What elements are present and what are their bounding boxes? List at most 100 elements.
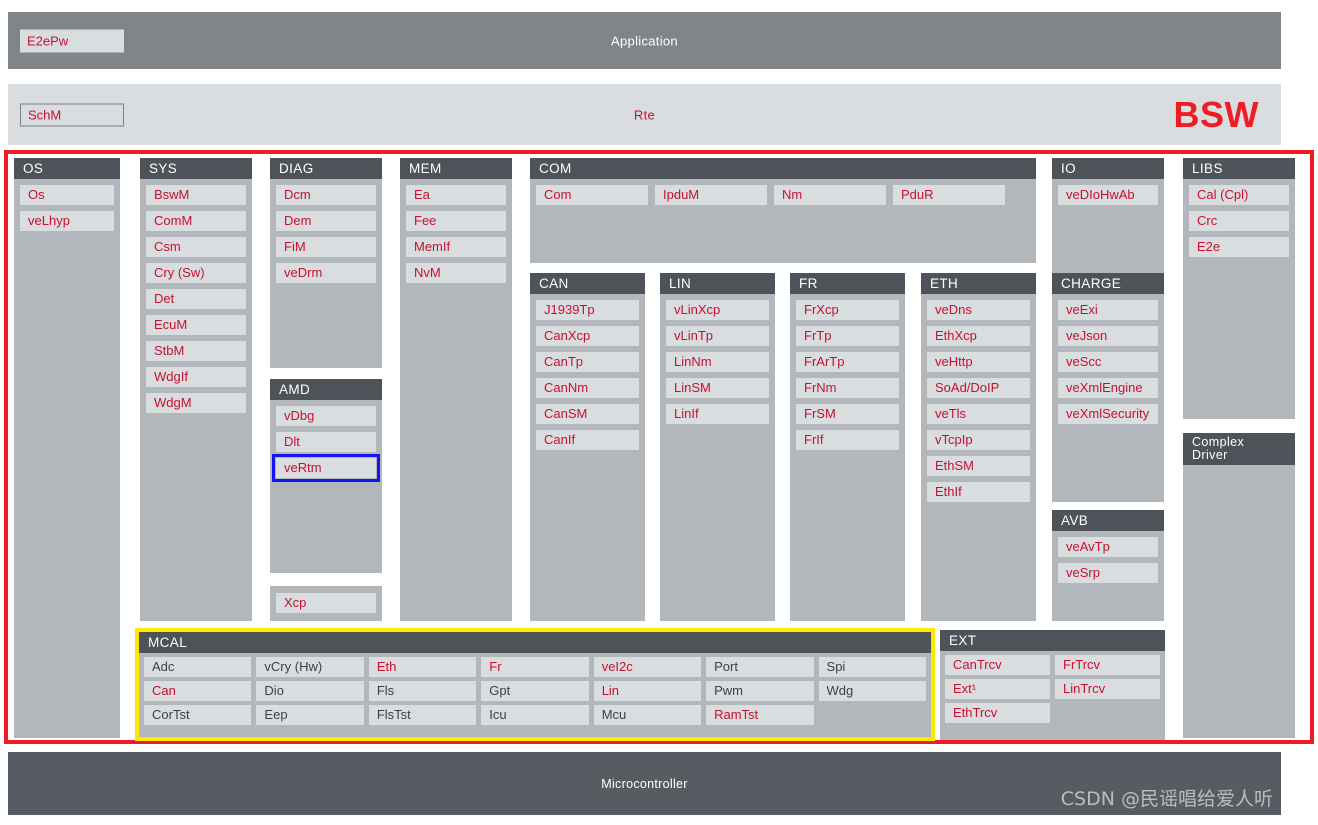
mcal-cell-vei2c[interactable]: veI2c: [593, 657, 702, 677]
item-vdbg[interactable]: vDbg: [276, 406, 376, 426]
group-sys-title: SYS: [140, 158, 252, 179]
mcal-column: Eth Fls FlsTst: [368, 657, 477, 725]
item-bswm[interactable]: BswM: [146, 185, 246, 205]
mcal-cell-vcry-hw[interactable]: vCry (Hw): [256, 657, 364, 677]
group-mcal-title: MCAL: [139, 632, 931, 653]
item-frsm[interactable]: FrSM: [796, 404, 899, 424]
mcal-cell-pwm[interactable]: Pwm: [706, 681, 814, 701]
item-wdgm[interactable]: WdgM: [146, 393, 246, 413]
group-can-title: CAN: [530, 273, 645, 294]
item-xcp[interactable]: Xcp: [276, 593, 376, 613]
mcal-cell-dio[interactable]: Dio: [256, 681, 364, 701]
item-vexmlsecurity[interactable]: veXmlSecurity: [1058, 404, 1158, 424]
mcal-cell-eth[interactable]: Eth: [368, 657, 477, 677]
item-cry-sw[interactable]: Cry (Sw): [146, 263, 246, 283]
mcal-cell-can[interactable]: Can: [144, 681, 252, 701]
mcal-cell-icu[interactable]: Icu: [481, 705, 589, 725]
item-vtcpip[interactable]: vTcpIp: [927, 430, 1030, 450]
item-wdgif[interactable]: WdgIf: [146, 367, 246, 387]
item-canif[interactable]: CanIf: [536, 430, 639, 450]
item-os[interactable]: Os: [20, 185, 114, 205]
item-linsm[interactable]: LinSM: [666, 378, 769, 398]
ext-cell-lintrcv[interactable]: LinTrcv: [1055, 679, 1160, 699]
item-vlinxcp[interactable]: vLinXcp: [666, 300, 769, 320]
item-vertm[interactable]: veRtm: [272, 454, 380, 482]
item-dlt[interactable]: Dlt: [276, 432, 376, 452]
group-os-title: OS: [14, 158, 120, 179]
item-velhyp[interactable]: veLhyp: [20, 211, 114, 231]
item-vexmlengine[interactable]: veXmlEngine: [1058, 378, 1158, 398]
mcal-cell-ramtst[interactable]: RamTst: [706, 705, 814, 725]
item-csm[interactable]: Csm: [146, 237, 246, 257]
mcal-cell-adc[interactable]: Adc: [144, 657, 252, 677]
group-eth: ETH veDns EthXcp veHttp SoAd/DoIP veTls …: [921, 273, 1036, 621]
item-ethxcp[interactable]: EthXcp: [927, 326, 1030, 346]
item-stbm[interactable]: StbM: [146, 341, 246, 361]
group-lin-title: LIN: [660, 273, 775, 294]
ext-cell-ext1[interactable]: Ext¹: [945, 679, 1050, 699]
item-soad-doip[interactable]: SoAd/DoIP: [927, 378, 1030, 398]
item-fim[interactable]: FiM: [276, 237, 376, 257]
group-xcp-body: Xcp: [270, 586, 382, 621]
ext-cell-ethtrcv[interactable]: EthTrcv: [945, 703, 1050, 723]
mcal-cell-fr[interactable]: Fr: [481, 657, 589, 677]
item-nm[interactable]: Nm: [774, 185, 886, 205]
item-ecum[interactable]: EcuM: [146, 315, 246, 335]
item-cansm[interactable]: CanSM: [536, 404, 639, 424]
item-frxcp[interactable]: FrXcp: [796, 300, 899, 320]
item-ea[interactable]: Ea: [406, 185, 506, 205]
item-j1939tp[interactable]: J1939Tp: [536, 300, 639, 320]
group-libs-body: Cal (Cpl) Crc E2e: [1183, 179, 1295, 419]
mcal-cell-mcu[interactable]: Mcu: [593, 705, 702, 725]
item-vedrm[interactable]: veDrm: [276, 263, 376, 283]
item-frtp[interactable]: FrTp: [796, 326, 899, 346]
item-ethif[interactable]: EthIf: [927, 482, 1030, 502]
item-com[interactable]: Com: [536, 185, 648, 205]
ext-cell-frtrcv[interactable]: FrTrcv: [1055, 655, 1160, 675]
item-veexi[interactable]: veExi: [1058, 300, 1158, 320]
item-linnm[interactable]: LinNm: [666, 352, 769, 372]
item-ethsm[interactable]: EthSM: [927, 456, 1030, 476]
item-vesrp[interactable]: veSrp: [1058, 563, 1158, 583]
mcal-column: Port Pwm RamTst: [706, 657, 814, 725]
item-canxcp[interactable]: CanXcp: [536, 326, 639, 346]
item-dem[interactable]: Dem: [276, 211, 376, 231]
item-ipdum[interactable]: IpduM: [655, 185, 767, 205]
mcal-cell-wdg[interactable]: Wdg: [818, 681, 926, 701]
mcal-cell-eep[interactable]: Eep: [256, 705, 364, 725]
item-e2e[interactable]: E2e: [1189, 237, 1289, 257]
item-frnm[interactable]: FrNm: [796, 378, 899, 398]
item-pdur[interactable]: PduR: [893, 185, 1005, 205]
item-det[interactable]: Det: [146, 289, 246, 309]
ext-cell-cantrcv[interactable]: CanTrcv: [945, 655, 1050, 675]
item-cantp[interactable]: CanTp: [536, 352, 639, 372]
mcal-cell-cortst[interactable]: CorTst: [144, 705, 252, 725]
mcal-cell-flstst[interactable]: FlsTst: [368, 705, 477, 725]
mcal-cell-lin[interactable]: Lin: [593, 681, 702, 701]
item-nvm[interactable]: NvM: [406, 263, 506, 283]
item-linif[interactable]: LinIf: [666, 404, 769, 424]
item-vescc[interactable]: veScc: [1058, 352, 1158, 372]
item-vediohwab[interactable]: veDIoHwAb: [1058, 185, 1158, 205]
item-vlintp[interactable]: vLinTp: [666, 326, 769, 346]
item-crc[interactable]: Crc: [1189, 211, 1289, 231]
mcal-cell-spi[interactable]: Spi: [818, 657, 926, 677]
group-io-body: veDIoHwAb: [1052, 179, 1164, 273]
group-complex-driver: Complex Driver: [1183, 433, 1295, 738]
item-fee[interactable]: Fee: [406, 211, 506, 231]
item-cannm[interactable]: CanNm: [536, 378, 639, 398]
item-vetls[interactable]: veTls: [927, 404, 1030, 424]
item-dcm[interactable]: Dcm: [276, 185, 376, 205]
item-frif[interactable]: FrIf: [796, 430, 899, 450]
item-cal-cpl[interactable]: Cal (Cpl): [1189, 185, 1289, 205]
item-vehttp[interactable]: veHttp: [927, 352, 1030, 372]
mcal-cell-port[interactable]: Port: [706, 657, 814, 677]
mcal-cell-fls[interactable]: Fls: [368, 681, 477, 701]
item-veavtp[interactable]: veAvTp: [1058, 537, 1158, 557]
item-vedns[interactable]: veDns: [927, 300, 1030, 320]
item-memif[interactable]: MemIf: [406, 237, 506, 257]
item-frartp[interactable]: FrArTp: [796, 352, 899, 372]
item-vejson[interactable]: veJson: [1058, 326, 1158, 346]
mcal-cell-gpt[interactable]: Gpt: [481, 681, 589, 701]
item-comm[interactable]: ComM: [146, 211, 246, 231]
